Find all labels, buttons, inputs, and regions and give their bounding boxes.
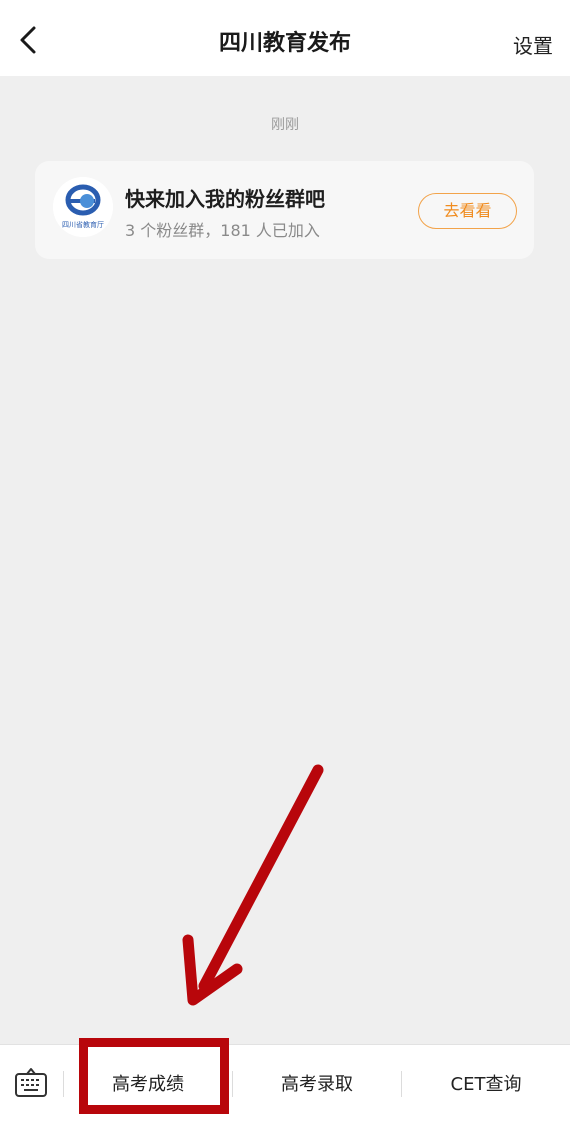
- top-nav-bar: 四川教育发布 设置: [0, 0, 570, 76]
- message-timestamp: 刚刚: [271, 117, 299, 133]
- avatar: 四川省教育厅: [53, 177, 113, 237]
- menu-item-gaokao-admission[interactable]: 高考录取: [233, 1045, 401, 1126]
- card-title: 快来加入我的粉丝群吧: [125, 187, 325, 211]
- view-button[interactable]: 去看看: [418, 193, 517, 229]
- card-subtitle: 3 个粉丝群，181 人已加入: [125, 221, 320, 240]
- logo-caption: 四川省教育厅: [62, 220, 104, 229]
- keyboard-toggle-button[interactable]: [14, 1065, 48, 1099]
- keyboard-icon: [15, 1068, 47, 1097]
- education-logo-icon: 四川省教育厅: [53, 177, 113, 237]
- menu-item-cet-query[interactable]: CET查询: [402, 1045, 570, 1126]
- page-title: 四川教育发布: [218, 31, 351, 56]
- settings-button[interactable]: 设置: [513, 0, 553, 76]
- annotation-highlight-box: [79, 1038, 229, 1114]
- fan-group-card[interactable]: 四川省教育厅 快来加入我的粉丝群吧 3 个粉丝群，181 人已加入 去看看: [35, 161, 534, 259]
